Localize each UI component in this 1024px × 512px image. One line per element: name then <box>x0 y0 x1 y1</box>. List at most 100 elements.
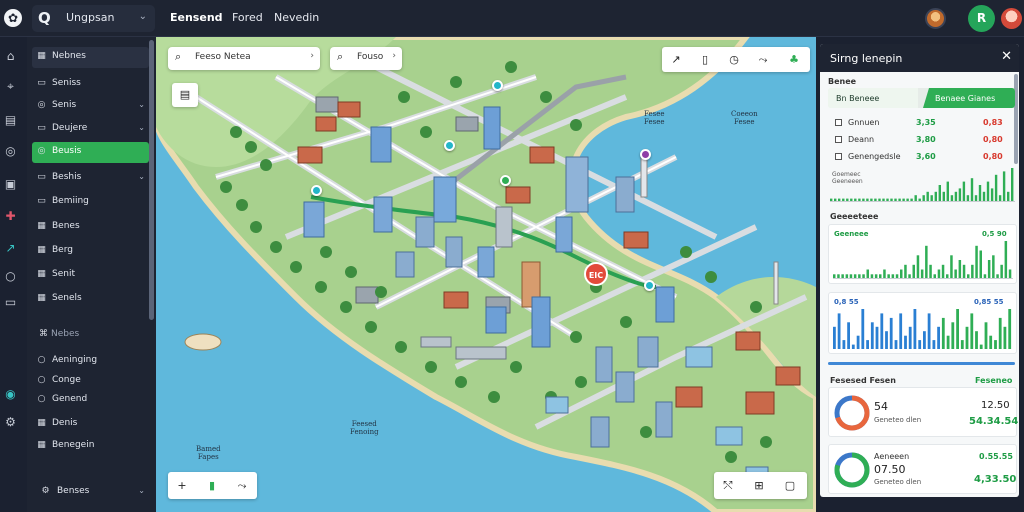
route-icon[interactable]: ↗ <box>662 47 690 72</box>
close-icon[interactable]: ✕ <box>1001 49 1012 64</box>
row-label: Gnnuen <box>848 118 880 127</box>
sidebar-item-2[interactable]: ◎ Senis ⌄ <box>32 96 149 117</box>
chart-bar <box>941 264 945 279</box>
sidebar-item-5[interactable]: ▭ Beshis ⌄ <box>32 168 149 189</box>
settings-icon[interactable]: ⚙ <box>3 415 18 430</box>
plus-icon[interactable]: + <box>168 472 196 499</box>
sidebar-section-item-3[interactable]: ▦ Denis <box>32 414 149 435</box>
chart-bar <box>922 195 925 202</box>
map-marker[interactable] <box>444 140 455 151</box>
workspace-selector[interactable]: Q Ungpsan ⌄ <box>32 5 155 32</box>
nav-tab-3[interactable]: Nevedin <box>274 11 319 24</box>
app-logo-icon[interactable]: ✿ <box>4 9 22 27</box>
row-checkbox[interactable] <box>835 136 842 143</box>
map-secondary-input[interactable]: Fouso <box>357 52 383 62</box>
map-marker[interactable] <box>500 175 511 186</box>
sidebar-item-0[interactable]: ▦ Nebnes <box>32 47 149 68</box>
donut-chart-2 <box>834 452 870 488</box>
section-icon: ⌘ <box>39 329 48 339</box>
route-icon[interactable]: ⤲ <box>714 472 742 499</box>
map-icon[interactable]: ▤ <box>3 113 18 128</box>
map-search-bar[interactable]: ⌕ Feeso Netea › <box>168 47 320 70</box>
sidebar-section-item-0[interactable]: ○ Aeninging <box>32 351 149 372</box>
clock-icon[interactable]: ◷ <box>720 47 748 72</box>
route-icon[interactable]: ↗ <box>3 241 18 256</box>
chart-bar <box>880 313 884 349</box>
tab-b[interactable]: Benaee Gianes <box>923 88 1015 108</box>
sidebar-item-7[interactable]: ▦ Benes <box>32 217 149 238</box>
sidebar-scrollbar[interactable] <box>149 40 154 320</box>
sidebar-item-6[interactable]: ▭ Bemiing <box>32 192 149 213</box>
sidebar-item-3[interactable]: ▭ Deujere ⌄ <box>32 119 149 140</box>
tab-a[interactable]: Bn Beneee <box>828 88 918 108</box>
sidebar-section-item-4[interactable]: ▦ Benegein <box>32 436 149 457</box>
chart-bar <box>861 309 865 349</box>
chevron-right-icon: › <box>310 51 314 61</box>
account-button[interactable]: R <box>968 5 995 32</box>
map-canvas[interactable]: EIC ⌕ Feeso Netea › ⌕ Fouso › ▤ ↗ ▯ ◷ ⤳ … <box>156 37 816 512</box>
metric-card-1[interactable]: 54 Geneteo dlen 12.50 54.34.54 <box>828 387 1018 437</box>
chart-bar <box>958 188 962 202</box>
world-icon[interactable]: ◉ <box>3 387 18 402</box>
location-icon[interactable]: ⌖ <box>3 79 18 94</box>
user-icon[interactable]: ○ <box>3 269 18 284</box>
home-icon[interactable]: ⌂ <box>3 49 18 64</box>
chart-bar <box>954 269 957 279</box>
sidebar-item-1[interactable]: ▭ Seniss <box>32 74 149 95</box>
sidebar-item-9[interactable]: ▦ Senit <box>32 265 149 286</box>
row-checkbox[interactable] <box>835 153 842 160</box>
target-icon[interactable]: ▣ <box>3 177 18 192</box>
ring-1-right-top: 12.50 <box>981 400 1010 411</box>
bar-chart-2 <box>833 241 1013 279</box>
sidebar-section-item-2[interactable]: ○ Genend <box>32 390 149 411</box>
ring-2-title: Aeneeen <box>874 452 910 461</box>
user-avatar[interactable] <box>925 8 946 29</box>
chart-bar <box>930 195 933 202</box>
chart-3-label-left: 0,8 55 <box>834 298 859 306</box>
grid-icon: ▦ <box>37 51 46 61</box>
phone-icon[interactable]: ▯ <box>691 47 719 72</box>
grid-icon: ▦ <box>37 293 46 303</box>
chart-bar <box>974 195 978 202</box>
chevron-down-icon: ⌄ <box>138 11 147 22</box>
map-search-input[interactable]: Feeso Netea <box>195 52 251 62</box>
sidebar-item-4[interactable]: ◎ Beusis <box>32 142 149 163</box>
route-icon[interactable]: ⤳ <box>228 472 256 499</box>
layers-icon[interactable]: ◎ <box>3 144 18 159</box>
grid-icon[interactable]: ⊞ <box>745 472 773 499</box>
sidebar-section-item-1[interactable]: ○ Conge <box>32 371 149 392</box>
window-icon[interactable]: ▢ <box>776 472 804 499</box>
sidebar-item-8[interactable]: ▦ Berg <box>32 241 149 262</box>
sidebar-footer[interactable]: ⚙ Benses ⌄ <box>32 482 149 503</box>
chart-bar <box>937 326 940 349</box>
route-icon[interactable]: ⤳ <box>749 47 777 72</box>
nav-tab-2[interactable]: Fored <box>232 11 263 24</box>
nav-tab-1[interactable]: Eensend <box>170 11 223 24</box>
row-checkbox[interactable] <box>835 119 842 126</box>
share-icon[interactable]: ✚ <box>3 209 18 224</box>
chart-bar <box>833 326 836 349</box>
map-marker[interactable] <box>492 80 503 91</box>
secondary-avatar[interactable] <box>1001 8 1022 29</box>
map-secondary-search[interactable]: ⌕ Fouso › <box>330 47 402 70</box>
target-icon: ◎ <box>37 100 46 110</box>
map-marker[interactable] <box>644 280 655 291</box>
grid-icon[interactable]: ▭ <box>3 295 18 310</box>
sidebar-item-10[interactable]: ▦ Senels <box>32 289 149 310</box>
chart-bar <box>994 174 998 202</box>
share-icon[interactable]: ♣ <box>780 47 808 72</box>
poi-badge[interactable]: EIC <box>584 262 608 286</box>
marker-icon[interactable]: ▮ <box>198 472 226 499</box>
map-marker[interactable] <box>311 185 322 196</box>
metric-card-2[interactable]: Aeneeen 07.50 Geneteo dlen 0.55.55 4,33.… <box>828 444 1017 494</box>
section-2-label: Geeeeteee <box>830 212 879 221</box>
bar-chart-1 <box>830 168 1015 202</box>
map-marker[interactable] <box>640 149 651 160</box>
panel-tab-switch: Bn Beneee Benaee Gianes <box>828 88 1015 108</box>
chart-bar <box>994 340 997 349</box>
chart-bar <box>984 322 988 349</box>
map-layer-button[interactable]: ▤ <box>172 83 198 107</box>
chart-bar <box>926 191 929 202</box>
panel-scrollbar[interactable] <box>1014 74 1018 164</box>
boat <box>184 333 222 351</box>
